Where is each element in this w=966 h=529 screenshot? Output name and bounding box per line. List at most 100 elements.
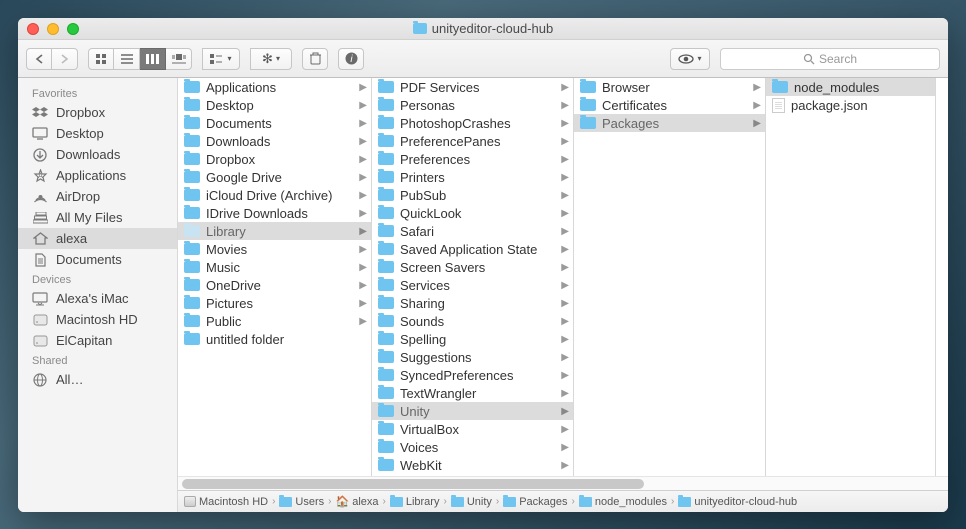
sidebar-item-airdrop[interactable]: AirDrop	[18, 186, 177, 207]
forward-button[interactable]	[52, 48, 78, 70]
back-button[interactable]	[26, 48, 52, 70]
arrange-group: ▾	[202, 48, 240, 70]
file-row[interactable]: Library▶	[178, 222, 371, 240]
file-name: Safari	[400, 224, 555, 239]
path-item[interactable]: Macintosh HD	[184, 496, 268, 508]
file-row[interactable]: Certificates▶	[574, 96, 765, 114]
file-row[interactable]: Desktop▶	[178, 96, 371, 114]
column-2[interactable]: Browser▶Certificates▶Packages▶	[574, 78, 766, 476]
file-row[interactable]: Preferences▶	[372, 150, 573, 168]
sidebar: FavoritesDropboxDesktopDownloadsAApplica…	[18, 78, 178, 512]
path-item[interactable]: unityeditor-cloud-hub	[678, 496, 797, 508]
titlebar[interactable]: unityeditor-cloud-hub	[18, 18, 948, 40]
file-row[interactable]: Music▶	[178, 258, 371, 276]
file-row[interactable]: PhotoshopCrashes▶	[372, 114, 573, 132]
search-input[interactable]: Search	[720, 48, 940, 70]
file-row[interactable]: Packages▶	[574, 114, 765, 132]
file-row[interactable]: VirtualBox▶	[372, 420, 573, 438]
sidebar-item-elcapitan[interactable]: ElCapitan	[18, 330, 177, 351]
file-row[interactable]: QuickLook▶	[372, 204, 573, 222]
file-row[interactable]: Pictures▶	[178, 294, 371, 312]
sidebar-item-applications[interactable]: AApplications	[18, 165, 177, 186]
horizontal-scrollbar[interactable]	[178, 476, 948, 490]
action-button[interactable]: ✻▾	[250, 48, 292, 70]
file-row[interactable]: Spelling▶	[372, 330, 573, 348]
arrange-button[interactable]: ▾	[202, 48, 240, 70]
file-row[interactable]: Suggestions▶	[372, 348, 573, 366]
file-row[interactable]: SyncedPreferences▶	[372, 366, 573, 384]
path-item[interactable]: node_modules	[579, 496, 667, 508]
svg-text:A: A	[38, 173, 43, 180]
folder-icon	[378, 261, 394, 273]
file-row[interactable]: PreferencePanes▶	[372, 132, 573, 150]
info-button[interactable]: i	[338, 48, 364, 70]
file-row[interactable]: Sounds▶	[372, 312, 573, 330]
file-row[interactable]: Documents▶	[178, 114, 371, 132]
file-row[interactable]: OneDrive▶	[178, 276, 371, 294]
file-row[interactable]: iCloud Drive (Archive)▶	[178, 186, 371, 204]
file-row[interactable]: package.json	[766, 96, 935, 114]
sidebar-item-alexa-s-imac[interactable]: Alexa's iMac	[18, 288, 177, 309]
file-row[interactable]: Dropbox▶	[178, 150, 371, 168]
trash-button[interactable]	[302, 48, 328, 70]
folder-icon	[184, 171, 200, 183]
sidebar-item-desktop[interactable]: Desktop	[18, 123, 177, 144]
file-row[interactable]: Printers▶	[372, 168, 573, 186]
folder-icon	[378, 369, 394, 381]
chevron-right-icon: ▶	[561, 262, 569, 273]
column-view-button[interactable]	[140, 48, 166, 70]
file-row[interactable]: Screen Savers▶	[372, 258, 573, 276]
file-row[interactable]: Unity▶	[372, 402, 573, 420]
columns[interactable]: Applications▶Desktop▶Documents▶Downloads…	[178, 78, 948, 476]
file-row[interactable]: Safari▶	[372, 222, 573, 240]
path-label: alexa	[352, 496, 378, 508]
file-row[interactable]: IDrive Downloads▶	[178, 204, 371, 222]
file-row[interactable]: Voices▶	[372, 438, 573, 456]
folder-icon	[678, 497, 691, 507]
column-1[interactable]: PDF Services▶Personas▶PhotoshopCrashes▶P…	[372, 78, 574, 476]
coverflow-view-button[interactable]	[166, 48, 192, 70]
sidebar-item-downloads[interactable]: Downloads	[18, 144, 177, 165]
column-3[interactable]: node_modulespackage.json	[766, 78, 936, 476]
file-row[interactable]: Sharing▶	[372, 294, 573, 312]
file-row[interactable]: Applications▶	[178, 78, 371, 96]
file-row[interactable]: Personas▶	[372, 96, 573, 114]
file-row[interactable]: Public▶	[178, 312, 371, 330]
path-item[interactable]: 🏠alexa	[336, 495, 379, 508]
file-row[interactable]: Downloads▶	[178, 132, 371, 150]
file-row[interactable]: PDF Services▶	[372, 78, 573, 96]
sidebar-item-all-my-files[interactable]: All My Files	[18, 207, 177, 228]
eye-button[interactable]: ▾	[670, 48, 710, 70]
chevron-right-icon: ▶	[359, 154, 367, 165]
chevron-right-icon: ▶	[561, 442, 569, 453]
path-item[interactable]: Users	[279, 496, 324, 508]
file-row[interactable]: PubSub▶	[372, 186, 573, 204]
file-row[interactable]: untitled folder	[178, 330, 371, 348]
path-item[interactable]: Packages	[503, 496, 567, 508]
sidebar-item-label: Documents	[56, 252, 122, 267]
file-row[interactable]: TextWrangler▶	[372, 384, 573, 402]
sidebar-item-alexa[interactable]: alexa	[18, 228, 177, 249]
icon-view-button[interactable]	[88, 48, 114, 70]
folder-icon	[184, 207, 200, 219]
file-row[interactable]: node_modules	[766, 78, 935, 96]
list-view-button[interactable]	[114, 48, 140, 70]
sidebar-item-all-[interactable]: All…	[18, 369, 177, 390]
chevron-right-icon: ▶	[359, 82, 367, 93]
sidebar-item-dropbox[interactable]: Dropbox	[18, 102, 177, 123]
folder-icon	[378, 153, 394, 165]
sidebar-item-documents[interactable]: Documents	[18, 249, 177, 270]
sidebar-item-macintosh-hd[interactable]: Macintosh HD	[18, 309, 177, 330]
chevron-right-icon: ▶	[359, 118, 367, 129]
file-row[interactable]: Saved Application State▶	[372, 240, 573, 258]
folder-icon	[378, 333, 394, 345]
file-row[interactable]: Services▶	[372, 276, 573, 294]
scrollbar-thumb[interactable]	[182, 479, 644, 489]
file-row[interactable]: Movies▶	[178, 240, 371, 258]
file-row[interactable]: Google Drive▶	[178, 168, 371, 186]
column-0[interactable]: Applications▶Desktop▶Documents▶Downloads…	[178, 78, 372, 476]
file-row[interactable]: Browser▶	[574, 78, 765, 96]
path-item[interactable]: Unity	[451, 496, 492, 508]
file-row[interactable]: WebKit▶	[372, 456, 573, 474]
path-item[interactable]: Library	[390, 496, 440, 508]
